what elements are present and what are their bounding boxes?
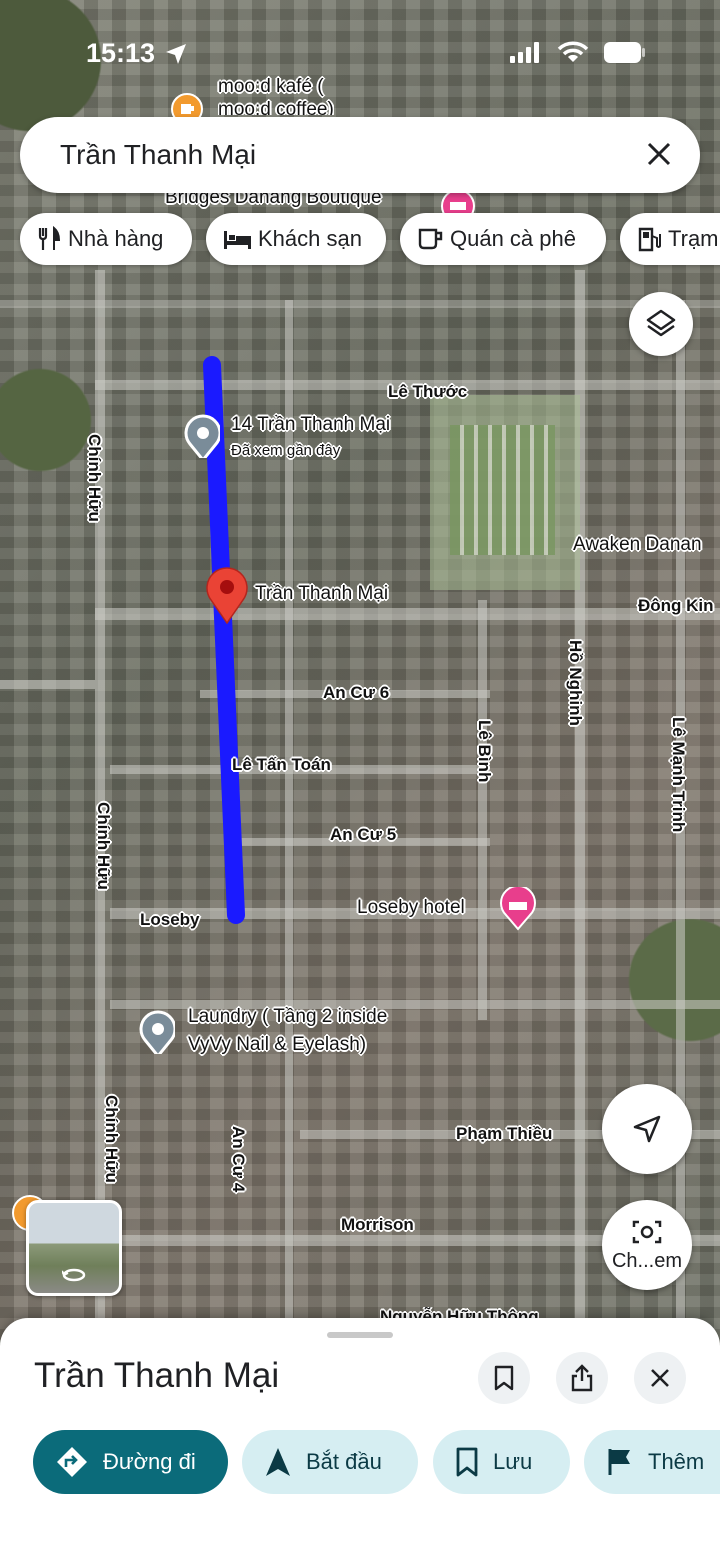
poi-label-laundry-2[interactable]: VyVy Nail & Eyelash) (188, 1034, 366, 1056)
street-label-dong-kinh: Đông Kin (638, 596, 714, 615)
street-label-pham-thieu: Phạm Thiều (456, 1124, 553, 1143)
chip-label: Khách sạn (258, 226, 362, 251)
my-location-button[interactable] (602, 1084, 692, 1174)
location-arrow-icon (166, 44, 186, 64)
status-bar: 15:13 (0, 0, 720, 100)
selected-pin-label[interactable]: Trần Thanh Mại (255, 583, 388, 605)
directions-label: Đường đi (103, 1449, 196, 1474)
sheet-drag-handle[interactable] (327, 1332, 393, 1338)
laundry-pin-icon[interactable] (139, 1010, 175, 1054)
chip-hotels[interactable]: Khách sạn (206, 213, 386, 265)
place-bottom-sheet[interactable]: Trần Thanh Mại Đường đi Bắt đầu Lưu Thêm (0, 1318, 720, 1564)
save-icon-button[interactable] (478, 1352, 530, 1404)
street-label-chinh-huu-1: Chính Hữu (85, 434, 104, 522)
chip-label: Nhà hàng (68, 226, 164, 251)
place-title: Trần Thanh Mại (34, 1356, 280, 1395)
chip-label: Trạm (668, 226, 719, 251)
place-label-14[interactable]: 14 Trần Thanh Mại (231, 414, 390, 436)
hotel-pin-icon[interactable] (498, 887, 538, 931)
bookmark-icon (494, 1365, 514, 1391)
save-button[interactable]: Lưu (433, 1430, 570, 1494)
bookmark-outline-icon (456, 1447, 478, 1477)
wifi-icon (557, 41, 589, 62)
clear-search-icon[interactable] (644, 139, 674, 169)
fork-knife-icon (38, 226, 61, 250)
search-bar[interactable]: Trần Thanh Mại (20, 117, 700, 193)
poi-label-laundry[interactable]: Laundry ( Tầng 2 inside (188, 1006, 387, 1028)
street-label-ho-nghinh: Hồ Nghinh (566, 640, 585, 726)
street-label-chinh-huu-3: Chính Hữu (102, 1095, 121, 1183)
share-icon (571, 1364, 593, 1392)
street-label-chinh-huu-2: Chính Hữu (94, 802, 113, 890)
street-label-an-cu-5: An Cư 5 (330, 825, 397, 844)
poi-label-mood-cafe-2[interactable]: moo:d coffee) (218, 99, 334, 115)
cellular-signal-icon (510, 42, 539, 63)
map-view[interactable]: moo:d kafé ( moo:d coffee) Bridges Danan… (0, 0, 720, 1340)
street-label-loseby: Loseby (140, 910, 200, 929)
layers-icon (646, 309, 676, 337)
share-button[interactable] (556, 1352, 608, 1404)
rotate-360-icon (62, 1268, 86, 1282)
navigation-arrow-outline-icon (633, 1115, 661, 1143)
save-label: Lưu (493, 1449, 533, 1474)
chip-label: Quán cà phê (450, 226, 576, 251)
flag-icon (608, 1449, 630, 1475)
street-label-le-thuoc: Lê Thước (388, 382, 468, 401)
street-label-le-tan-toan: Lê Tấn Toán (232, 755, 331, 774)
chip-restaurants[interactable]: Nhà hàng (20, 213, 192, 265)
search-query[interactable]: Trần Thanh Mại (60, 139, 256, 171)
selected-location-pin-icon[interactable] (205, 566, 249, 624)
place-label-14-recent: Đã xem gần đây (231, 442, 341, 459)
bed-icon (224, 231, 251, 249)
navigation-arrow-icon (266, 1448, 290, 1476)
more-button[interactable]: Thêm (584, 1430, 720, 1494)
street-label-an-cu-6: An Cư 6 (323, 683, 390, 702)
start-label: Bắt đầu (306, 1449, 382, 1474)
camera-search-button[interactable]: Ch...em (602, 1200, 692, 1290)
camera-search-icon (632, 1220, 662, 1243)
camera-search-label: Ch...em (611, 1249, 683, 1272)
battery-icon (604, 42, 645, 63)
layers-button[interactable] (629, 292, 693, 356)
status-time: 15:13 (86, 38, 156, 68)
street-label-morrison: Morrison (341, 1215, 414, 1234)
more-label: Thêm (648, 1449, 705, 1474)
chip-gas-stations[interactable]: Trạm (620, 213, 720, 265)
gas-station-icon (638, 227, 661, 252)
poi-label-awaken[interactable]: Awaken Danan (573, 534, 702, 556)
street-label-le-manh-trinh: Lê Mạnh Trinh (669, 717, 688, 833)
chip-cafes[interactable]: Quán cà phê (400, 213, 606, 265)
poi-label-loseby-hotel[interactable]: Loseby hotel (357, 897, 465, 919)
close-sheet-button[interactable] (634, 1352, 686, 1404)
close-icon (651, 1369, 669, 1387)
street-label-le-binh: Lê Bình (475, 720, 494, 783)
start-button[interactable]: Bắt đầu (242, 1430, 418, 1494)
street-view-thumbnail[interactable] (26, 1200, 122, 1296)
directions-icon (57, 1447, 87, 1477)
street-label-an-cu-4: An Cư 4 (229, 1126, 248, 1193)
recent-place-pin-icon[interactable] (184, 414, 220, 458)
directions-button[interactable]: Đường đi (33, 1430, 228, 1494)
coffee-cup-icon (418, 228, 443, 250)
